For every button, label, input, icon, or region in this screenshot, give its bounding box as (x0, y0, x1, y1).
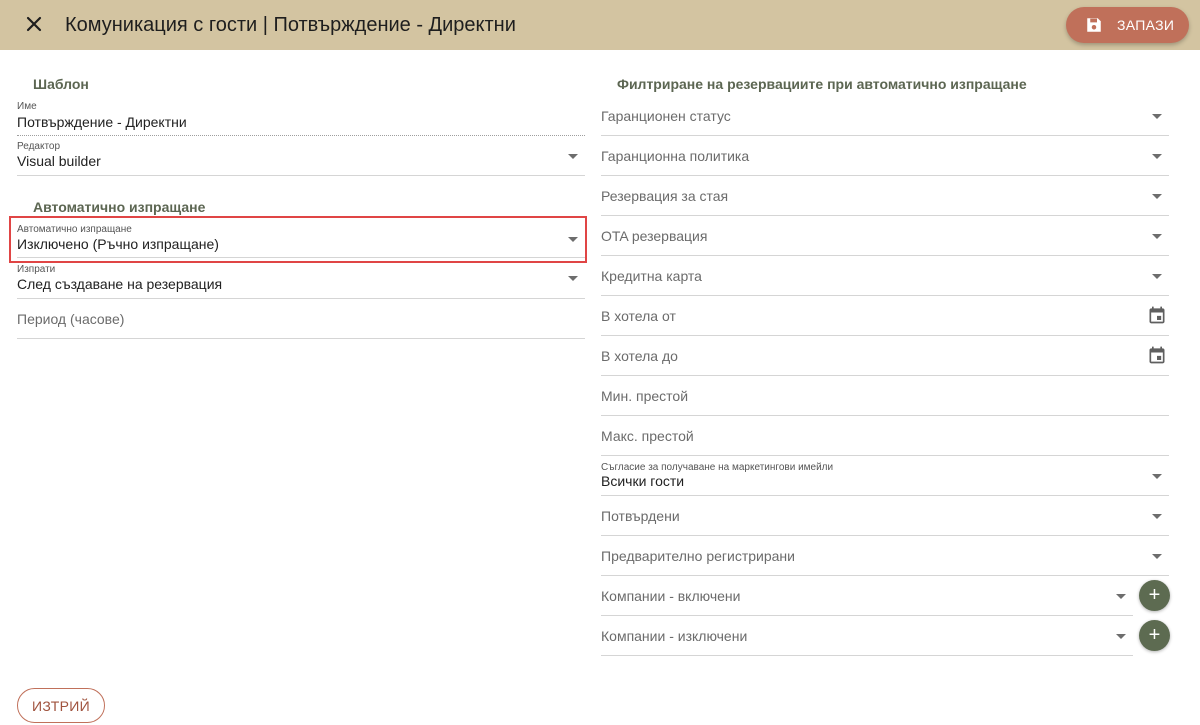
min-stay-input[interactable]: Мин. престой (601, 376, 1169, 416)
preregistered-select[interactable]: Предварително регистрирани (601, 536, 1169, 576)
page-title: Комуникация с гости | Потвърждение - Дир… (65, 14, 516, 36)
confirmed-label: Потвърдени (601, 508, 680, 524)
chevron-down-icon (1152, 474, 1162, 479)
name-field-value: Потвърждение - Директни (17, 114, 187, 130)
chevron-down-icon (1116, 634, 1126, 639)
header-bar: Комуникация с гости | Потвърждение - Дир… (0, 0, 1200, 50)
plus-icon: + (1148, 624, 1161, 646)
chevron-down-icon (1152, 194, 1162, 199)
companies-excluded-label: Компании - изключени (601, 628, 748, 644)
calendar-icon[interactable] (1147, 305, 1167, 325)
room-reservation-label: Резервация за стая (601, 188, 729, 204)
plus-icon: + (1148, 584, 1161, 606)
in-hotel-from-date[interactable]: В хотела от (601, 296, 1169, 336)
guarantee-policy-select[interactable]: Гаранционна политика (601, 136, 1169, 176)
send-select[interactable]: Изпрати След създаване на резервация (17, 259, 585, 299)
companies-included-label: Компании - включени (601, 588, 741, 604)
chevron-down-icon (1116, 594, 1126, 599)
credit-card-select[interactable]: Кредитна карта (601, 256, 1169, 296)
editor-select-label: Редактор (17, 141, 61, 152)
name-field-label: Име (17, 101, 37, 112)
add-company-excluded-button[interactable]: + (1139, 620, 1170, 651)
chevron-down-icon (1152, 274, 1162, 279)
template-section-title: Шаблон (33, 76, 89, 92)
send-select-label: Изпрати (17, 264, 56, 275)
save-button-label: ЗАПАЗИ (1117, 17, 1175, 33)
close-icon (26, 16, 42, 32)
filter-section-title: Филтриране на резервациите при автоматич… (617, 76, 1027, 92)
editor-select[interactable]: Редактор Visual builder (17, 136, 585, 176)
chevron-down-icon (1152, 114, 1162, 119)
max-stay-input[interactable]: Макс. престой (601, 416, 1169, 456)
companies-included-select[interactable]: Компании - включени (601, 576, 1133, 616)
editor-select-value: Visual builder (17, 153, 101, 169)
credit-card-label: Кредитна карта (601, 268, 702, 284)
ota-reservation-label: OTA резервация (601, 228, 708, 244)
chevron-down-icon (1152, 154, 1162, 159)
chevron-down-icon (1152, 234, 1162, 239)
save-button[interactable]: ЗАПАЗИ (1066, 7, 1189, 43)
chevron-down-icon (568, 276, 578, 281)
guarantee-status-select[interactable]: Гаранционен статус (601, 96, 1169, 136)
room-reservation-select[interactable]: Резервация за стая (601, 176, 1169, 216)
in-hotel-to-label: В хотела до (601, 348, 678, 364)
add-company-included-button[interactable]: + (1139, 580, 1170, 611)
in-hotel-to-date[interactable]: В хотела до (601, 336, 1169, 376)
marketing-consent-select[interactable]: Съгласие за получаване на маркетингови и… (601, 456, 1169, 496)
guarantee-status-label: Гаранционен статус (601, 108, 731, 124)
delete-button[interactable]: ИЗТРИЙ (17, 688, 105, 723)
marketing-consent-label: Съгласие за получаване на маркетингови и… (601, 462, 834, 473)
preregistered-label: Предварително регистрирани (601, 548, 795, 564)
highlight-box (9, 216, 587, 263)
close-button[interactable] (22, 12, 46, 36)
in-hotel-from-label: В хотела от (601, 308, 676, 324)
guarantee-policy-label: Гаранционна политика (601, 148, 750, 164)
delete-button-label: ИЗТРИЙ (31, 698, 91, 714)
min-stay-label: Мин. престой (601, 388, 689, 404)
period-input-placeholder: Период (часове) (17, 311, 125, 327)
name-field[interactable]: Име Потвърждение - Директни (17, 96, 585, 136)
confirmed-select[interactable]: Потвърдени (601, 496, 1169, 536)
send-select-value: След създаване на резервация (17, 276, 223, 292)
period-input[interactable]: Период (часове) (17, 299, 585, 339)
ota-reservation-select[interactable]: OTA резервация (601, 216, 1169, 256)
companies-excluded-select[interactable]: Компании - изключени (601, 616, 1133, 656)
chevron-down-icon (568, 154, 578, 159)
chevron-down-icon (1152, 554, 1162, 559)
chevron-down-icon (1152, 514, 1162, 519)
calendar-icon[interactable] (1147, 345, 1167, 365)
auto-section-title: Автоматично изпращане (33, 199, 206, 215)
max-stay-label: Макс. престой (601, 428, 694, 444)
marketing-consent-value: Всички гости (601, 473, 685, 489)
floppy-disk-icon (1087, 18, 1101, 32)
